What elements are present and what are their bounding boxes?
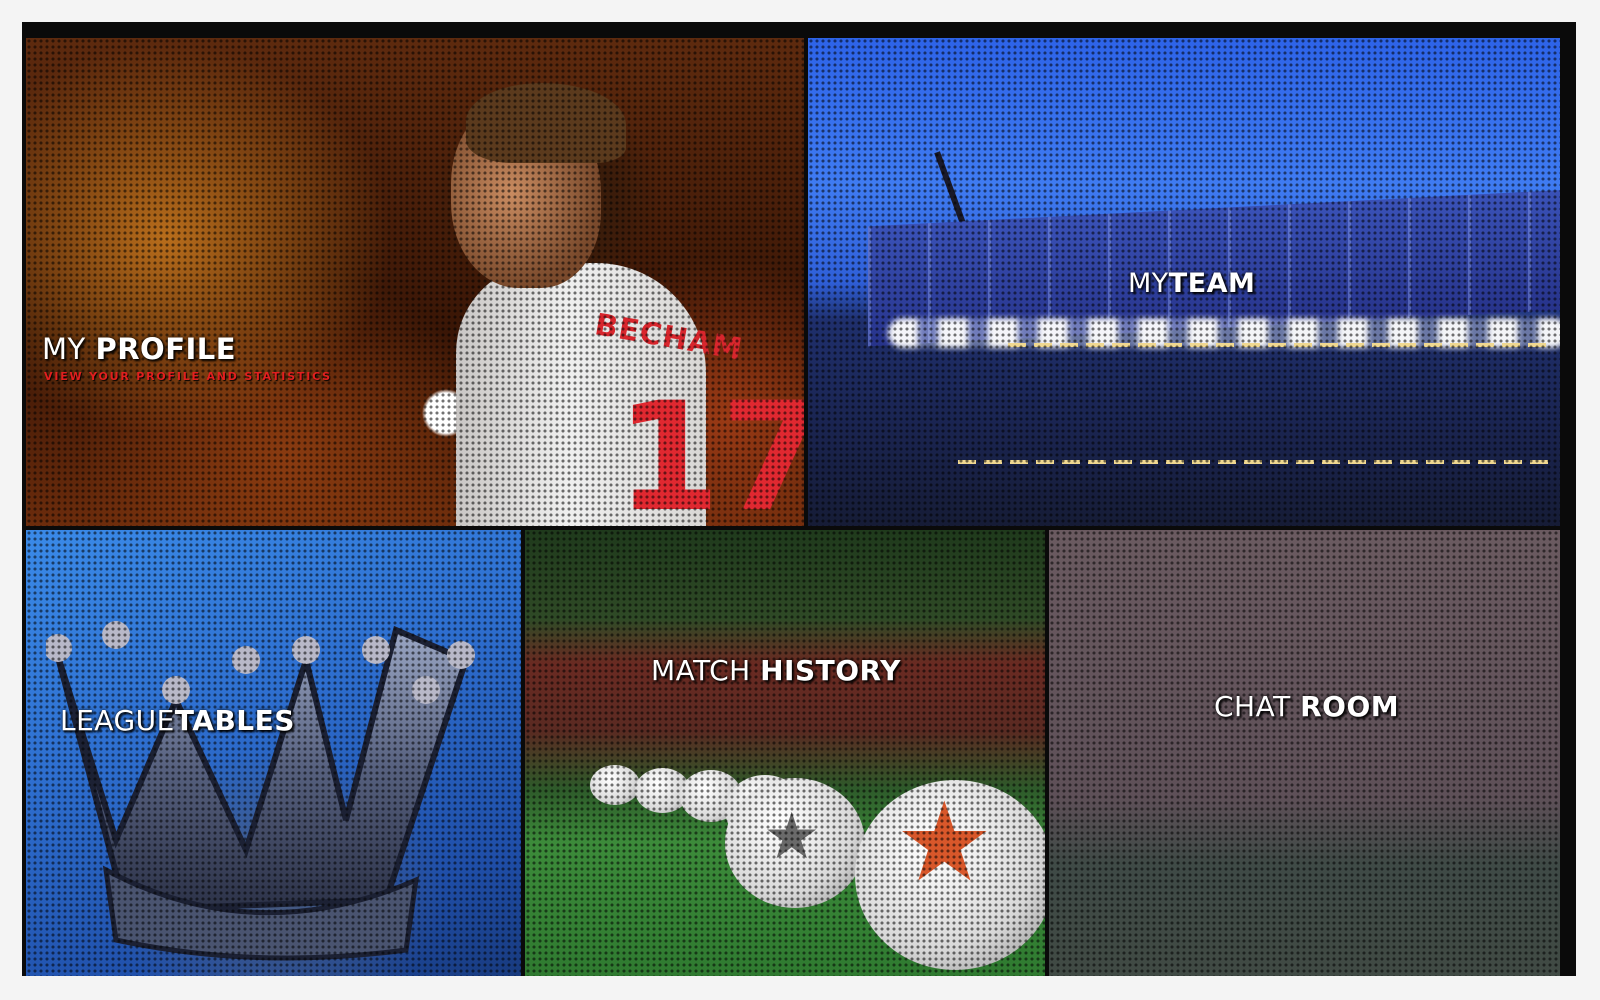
match-history-label-bold: HISTORY (760, 654, 901, 687)
match-history-label-light: MATCH (651, 654, 751, 687)
star-icon: ★ (763, 800, 821, 874)
match-history-tile[interactable]: ★ ★ MATCH HISTORY (525, 530, 1045, 976)
chat-background (1049, 530, 1560, 976)
my-profile-subtitle: VIEW YOUR PROFILE AND STATISTICS (44, 370, 332, 383)
chat-room-label-bold: ROOM (1300, 690, 1400, 723)
league-tables-label-light: LEAGUE (60, 704, 175, 737)
chat-room-tile[interactable]: CHAT ROOM (1049, 530, 1560, 976)
my-profile-label-light: MY (42, 332, 86, 366)
match-history-label: MATCH HISTORY (651, 654, 901, 687)
chat-room-label-light: CHAT (1214, 690, 1291, 723)
league-tables-label: LEAGUETABLES (60, 704, 295, 737)
menu-frame: BECHAM 17 MY PROFILE VIEW YOUR PROFILE A… (22, 22, 1576, 976)
stand-stripe (1008, 343, 1548, 347)
my-profile-label-bold: PROFILE (95, 332, 237, 366)
my-profile-tile[interactable]: BECHAM 17 MY PROFILE VIEW YOUR PROFILE A… (26, 38, 804, 526)
league-tables-tile[interactable]: LEAGUETABLES (26, 530, 521, 976)
my-profile-label: MY PROFILE (42, 332, 236, 366)
star-icon: ★ (895, 778, 994, 906)
my-team-label-bold: TEAM (1168, 268, 1256, 299)
player-hair (466, 83, 626, 163)
stand-stripe (958, 460, 1548, 464)
my-team-tile[interactable]: MYTEAM (808, 38, 1560, 526)
chat-room-label: CHAT ROOM (1214, 690, 1399, 723)
my-team-label-light: MY (1128, 268, 1169, 299)
crown-trophy-icon (46, 621, 475, 961)
my-team-label: MYTEAM (1128, 268, 1255, 299)
league-tables-label-bold: TABLES (174, 704, 295, 737)
football-icon (590, 765, 640, 805)
jersey-number: 17 (616, 371, 804, 526)
